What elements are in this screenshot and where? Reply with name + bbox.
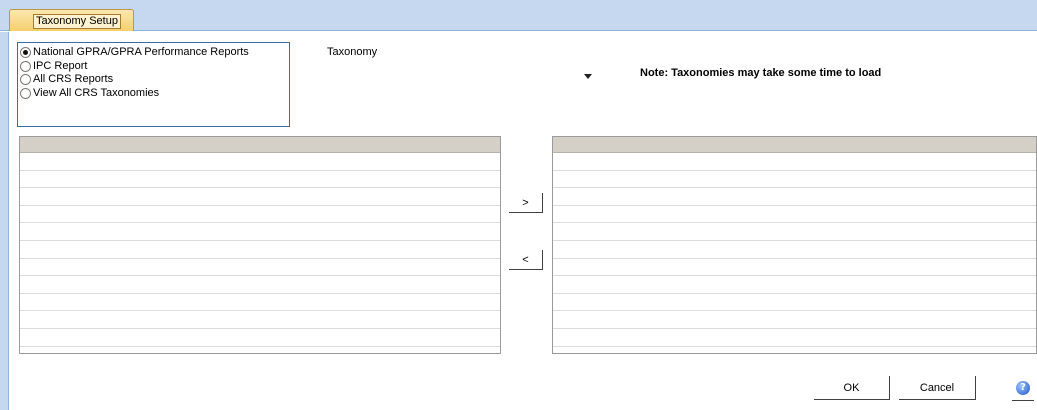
cancel-button[interactable]: Cancel bbox=[899, 376, 976, 400]
help-icon[interactable]: ? bbox=[1016, 381, 1030, 395]
selected-taxonomies-list[interactable] bbox=[552, 136, 1037, 354]
list-row[interactable] bbox=[20, 171, 500, 189]
ok-button[interactable]: OK bbox=[814, 376, 890, 400]
list-row[interactable] bbox=[553, 329, 1036, 347]
radio-national-gpra[interactable]: National GPRA/GPRA Performance Reports bbox=[20, 46, 249, 59]
chevron-down-icon[interactable] bbox=[584, 74, 592, 79]
radio-label: View All CRS Taxonomies bbox=[33, 87, 160, 99]
list-row[interactable] bbox=[553, 206, 1036, 224]
radio-button-icon[interactable] bbox=[20, 47, 31, 58]
help-button[interactable]: ? bbox=[1012, 377, 1034, 401]
list-row[interactable] bbox=[20, 241, 500, 259]
list-row[interactable] bbox=[553, 311, 1036, 329]
list-row[interactable] bbox=[20, 223, 500, 241]
list-row[interactable] bbox=[553, 259, 1036, 277]
list-row[interactable] bbox=[20, 259, 500, 277]
list-row[interactable] bbox=[20, 206, 500, 224]
list-row[interactable] bbox=[20, 153, 500, 171]
load-time-note: Note: Taxonomies may take some time to l… bbox=[640, 67, 882, 79]
radio-label: IPC Report bbox=[33, 60, 88, 72]
taxonomy-dropdown[interactable] bbox=[322, 66, 598, 88]
list-row[interactable] bbox=[553, 188, 1036, 206]
list-header bbox=[20, 137, 500, 153]
available-taxonomies-list[interactable] bbox=[19, 136, 501, 354]
list-row[interactable] bbox=[553, 294, 1036, 312]
list-row[interactable] bbox=[553, 171, 1036, 189]
radio-button-icon[interactable] bbox=[20, 61, 31, 72]
radio-button-icon[interactable] bbox=[20, 74, 31, 85]
list-row[interactable] bbox=[553, 276, 1036, 294]
tab-label: Taxonomy Setup bbox=[33, 14, 121, 29]
radio-label: National GPRA/GPRA Performance Reports bbox=[33, 46, 249, 58]
list-row[interactable] bbox=[20, 276, 500, 294]
list-row[interactable] bbox=[20, 311, 500, 329]
tab-strip: Taxonomy Setup bbox=[0, 0, 1037, 31]
add-selected-button[interactable]: > bbox=[509, 193, 543, 213]
list-row[interactable] bbox=[20, 329, 500, 347]
list-row[interactable] bbox=[553, 153, 1036, 171]
radio-label: All CRS Reports bbox=[33, 73, 114, 85]
report-type-group: National GPRA/GPRA Performance Reports I… bbox=[17, 42, 290, 127]
list-row[interactable] bbox=[20, 294, 500, 312]
list-header bbox=[553, 137, 1036, 153]
taxonomy-label: Taxonomy bbox=[327, 46, 378, 58]
tab-taxonomy-setup[interactable]: Taxonomy Setup bbox=[9, 9, 134, 31]
radio-button-icon[interactable] bbox=[20, 88, 31, 99]
remove-selected-button[interactable]: < bbox=[509, 250, 543, 270]
list-row[interactable] bbox=[20, 188, 500, 206]
radio-all-crs-reports[interactable]: All CRS Reports bbox=[20, 73, 113, 86]
list-row[interactable] bbox=[553, 223, 1036, 241]
radio-view-all-crs-taxonomies[interactable]: View All CRS Taxonomies bbox=[20, 87, 159, 100]
radio-ipc-report[interactable]: IPC Report bbox=[20, 60, 87, 73]
list-row[interactable] bbox=[553, 241, 1036, 259]
left-frame-border bbox=[0, 32, 9, 410]
